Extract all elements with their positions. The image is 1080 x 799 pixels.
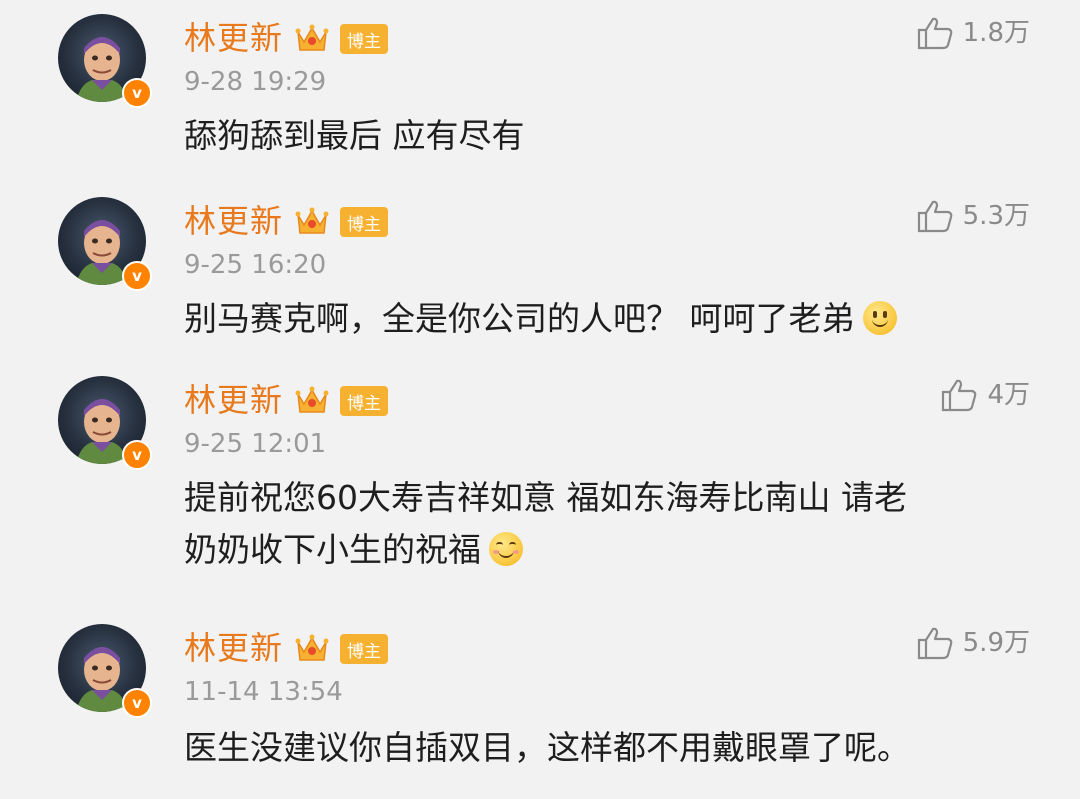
- like-button[interactable]: 5.9万: [917, 626, 1030, 660]
- comment-text-body: 奶奶收下小生的祝福: [184, 530, 481, 569]
- author-name[interactable]: 林更新: [184, 380, 283, 420]
- blogger-tag: 博主: [340, 634, 388, 664]
- thumbs-up-icon: [917, 17, 952, 50]
- avatar[interactable]: v: [58, 197, 152, 291]
- smile-emoji: [862, 301, 897, 335]
- avatar[interactable]: v: [58, 14, 152, 108]
- avatar[interactable]: v: [58, 624, 152, 718]
- like-button[interactable]: 4万: [941, 378, 1030, 412]
- author-name[interactable]: 林更新: [184, 18, 283, 58]
- comment-text: 舔狗舔到最后 应有尽有: [184, 116, 525, 155]
- blush-smile-emoji: [489, 532, 523, 566]
- verified-badge-icon: v: [122, 440, 152, 470]
- comment-text-body: 别马赛克啊，全是你公司的人吧？ 呵呵了老弟: [184, 299, 855, 338]
- author-name[interactable]: 林更新: [184, 628, 283, 668]
- crown-icon: [295, 634, 329, 661]
- comment-text: 提前祝您60大寿吉祥如意 福如东海寿比南山 请老 奶奶收下小生的祝福: [184, 472, 1024, 576]
- thumbs-up-icon: [917, 200, 952, 233]
- blogger-tag: 博主: [340, 386, 388, 416]
- like-count: 5.9万: [962, 628, 1030, 658]
- comment-text: 别马赛克啊，全是你公司的人吧？ 呵呵了老弟: [184, 293, 1024, 345]
- comment-text: 医生没建议你自插双目，这样都不用戴眼罩了呢。: [184, 728, 910, 767]
- like-count: 5.3万: [962, 201, 1030, 231]
- like-button[interactable]: 5.3万: [917, 199, 1030, 233]
- crown-icon: [295, 386, 329, 413]
- crown-icon: [295, 24, 329, 51]
- verified-badge-icon: v: [122, 78, 152, 108]
- timestamp: 11-14 13:54: [184, 677, 343, 707]
- timestamp: 9-28 19:29: [184, 67, 327, 97]
- blogger-tag: 博主: [340, 24, 388, 54]
- timestamp: 9-25 16:20: [184, 250, 327, 280]
- like-count: 1.8万: [962, 18, 1030, 48]
- thumbs-up-icon: [942, 379, 977, 412]
- like-count: 4万: [987, 380, 1030, 410]
- thumbs-up-icon: [917, 627, 952, 660]
- verified-badge-icon: v: [122, 688, 152, 718]
- comment-text-line: 提前祝您60大寿吉祥如意 福如东海寿比南山 请老: [184, 478, 907, 517]
- timestamp: 9-25 12:01: [184, 429, 327, 459]
- crown-icon: [295, 207, 329, 234]
- like-button[interactable]: 1.8万: [917, 16, 1030, 50]
- comment-text-line: 奶奶收下小生的祝福: [184, 524, 1024, 576]
- blogger-tag: 博主: [340, 207, 388, 237]
- avatar[interactable]: v: [58, 376, 152, 470]
- author-name[interactable]: 林更新: [184, 201, 283, 241]
- verified-badge-icon: v: [122, 261, 152, 291]
